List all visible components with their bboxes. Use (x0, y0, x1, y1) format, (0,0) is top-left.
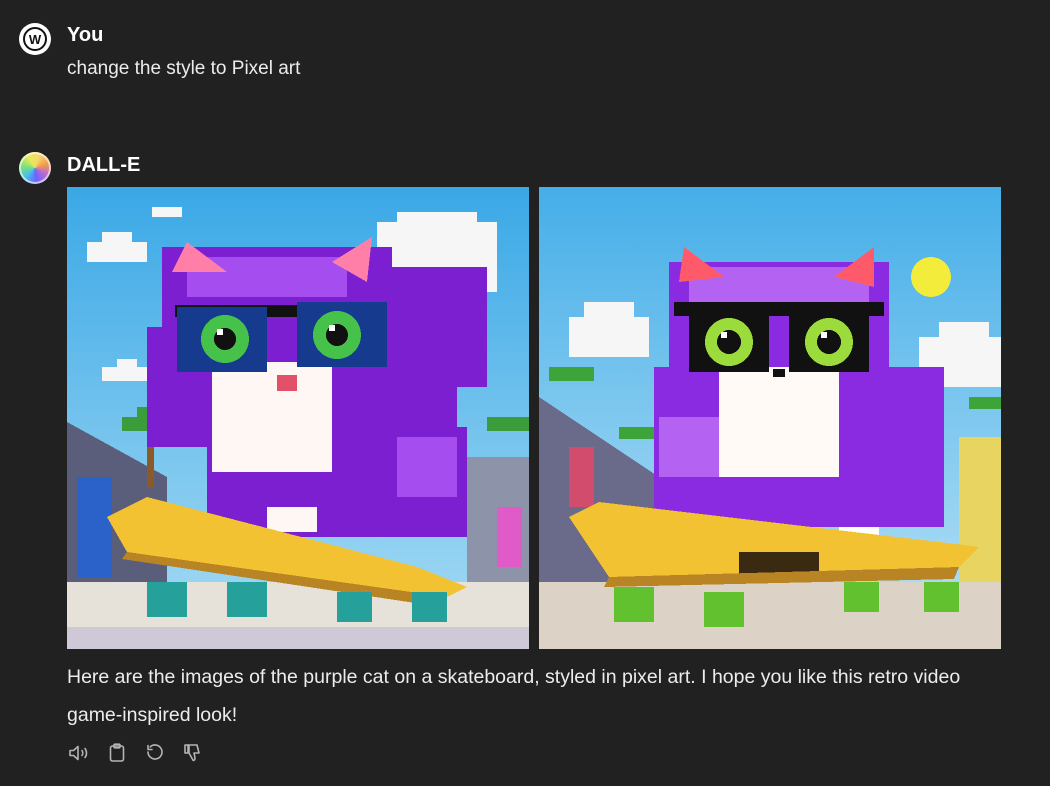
user-avatar: W (19, 23, 51, 55)
user-name: You (67, 24, 104, 46)
generated-image-2[interactable] (539, 187, 1001, 649)
user-avatar-letter: W (23, 27, 47, 51)
speaker-icon[interactable] (67, 741, 91, 765)
regenerate-icon[interactable] (143, 741, 167, 765)
assistant-name: DALL-E (67, 154, 141, 176)
message-actions (67, 741, 205, 765)
dalle-avatar (19, 152, 51, 184)
user-message: change the style to Pixel art (67, 58, 301, 79)
assistant-reply: Here are the images of the purple cat on… (67, 666, 961, 726)
clipboard-icon[interactable] (105, 741, 129, 765)
thumbs-down-icon[interactable] (181, 741, 205, 765)
generated-image-1[interactable] (67, 187, 529, 649)
